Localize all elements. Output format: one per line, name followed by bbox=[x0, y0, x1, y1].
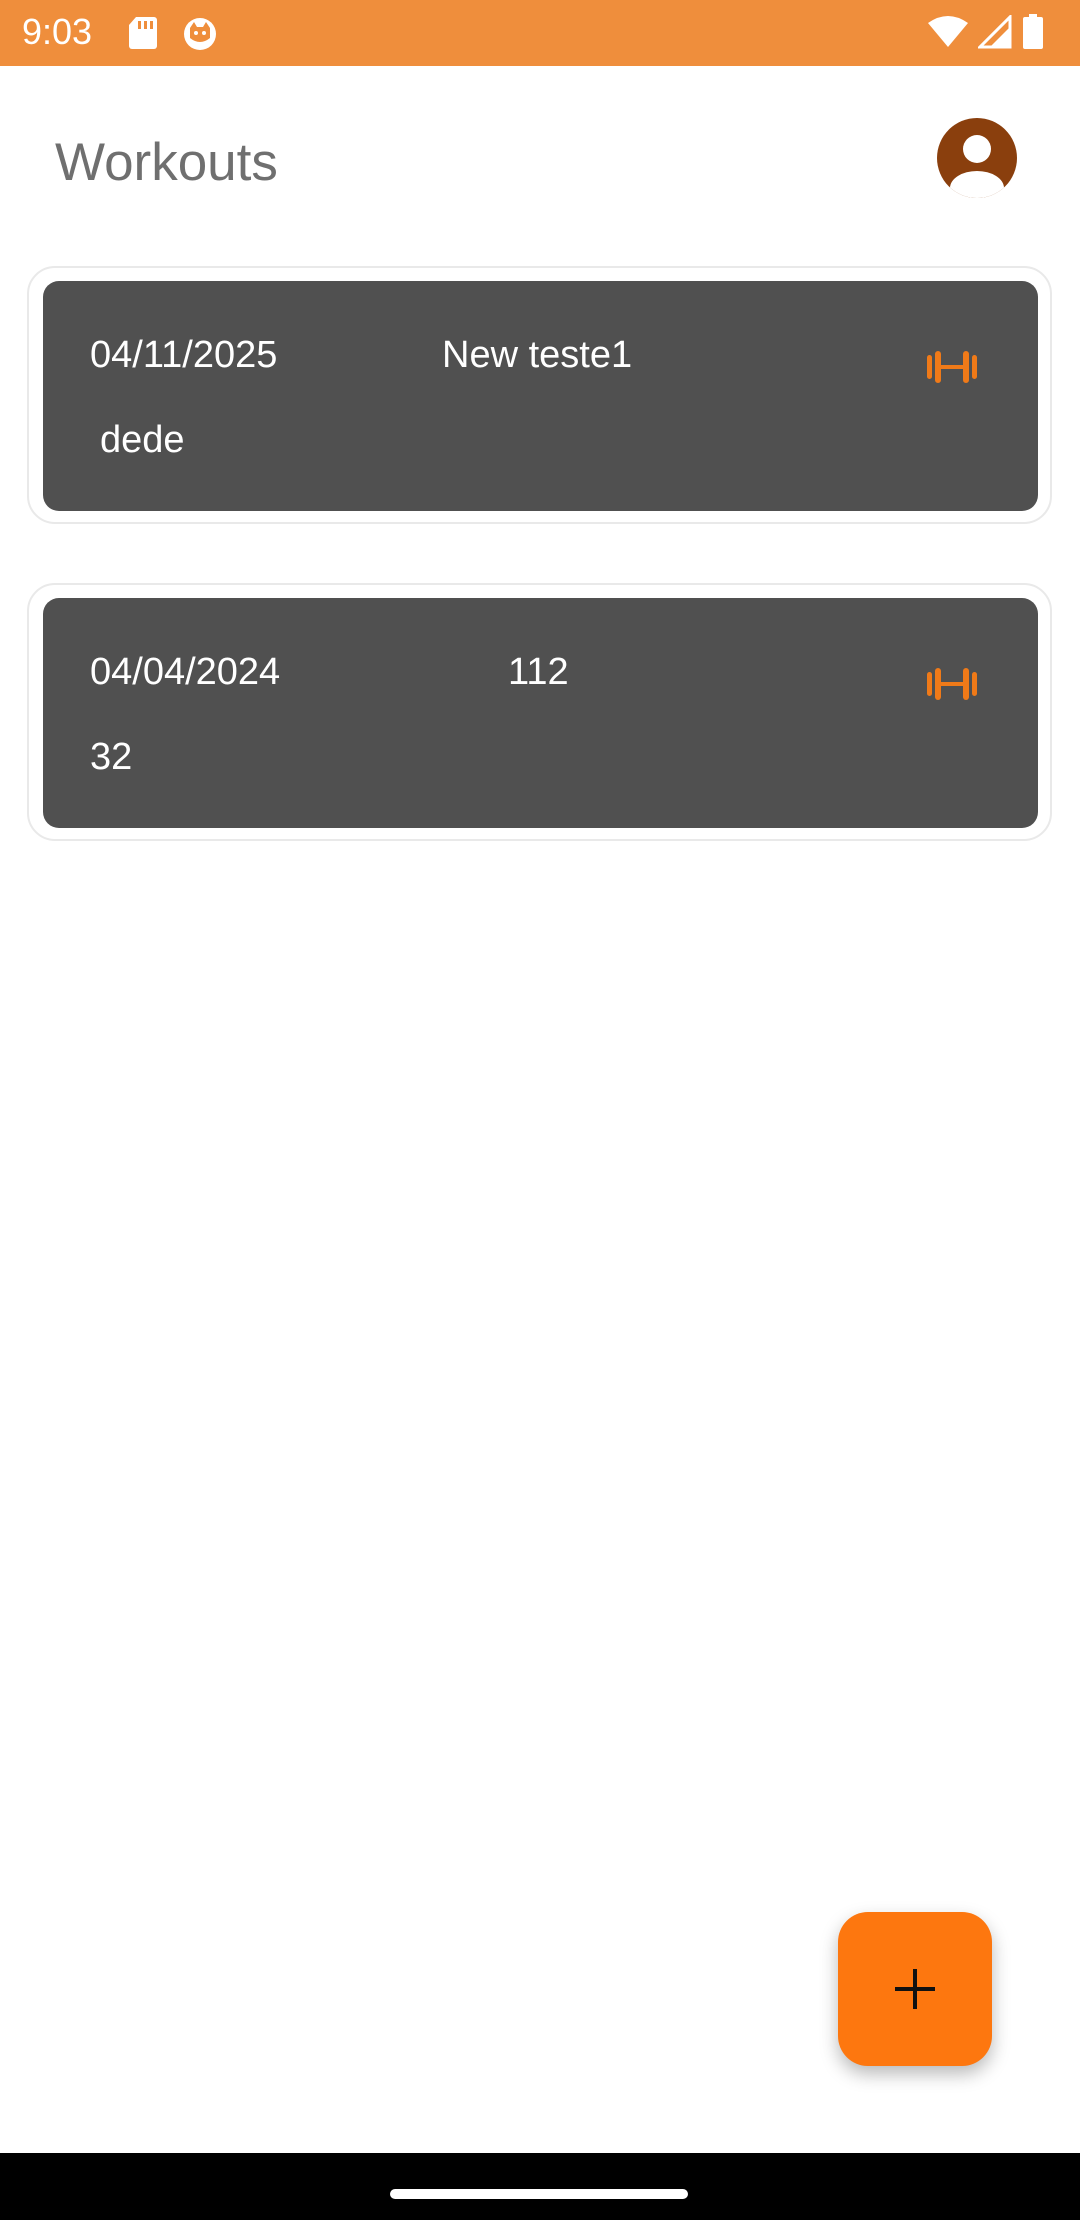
dumbbell-icon bbox=[926, 349, 978, 385]
home-gesture-handle[interactable] bbox=[390, 2189, 688, 2199]
workout-card-body[interactable]: 04/11/2025 New teste1 dede bbox=[43, 281, 1038, 511]
status-system-icons bbox=[928, 13, 1044, 55]
workout-name: New teste1 bbox=[442, 334, 633, 376]
status-notification-icons bbox=[128, 16, 218, 57]
page-title: Workouts bbox=[55, 133, 278, 192]
app-header: Workouts bbox=[0, 66, 1080, 256]
wifi-icon bbox=[928, 15, 968, 54]
dumbbell-icon bbox=[926, 666, 978, 702]
status-bar: 9:03 bbox=[0, 0, 1080, 66]
battery-icon bbox=[1022, 14, 1044, 55]
profile-button[interactable] bbox=[937, 118, 1017, 198]
workout-name: 112 bbox=[508, 651, 569, 693]
cat-face-icon bbox=[182, 16, 218, 57]
signal-icon bbox=[976, 13, 1012, 54]
add-workout-button[interactable] bbox=[838, 1912, 992, 2066]
workout-date: 04/04/2024 bbox=[90, 651, 281, 693]
account-circle-icon bbox=[937, 118, 1017, 198]
workout-date: 04/11/2025 bbox=[90, 334, 278, 376]
workout-description: 32 bbox=[90, 736, 133, 778]
status-time: 9:03 bbox=[22, 11, 93, 52]
sd-card-icon bbox=[128, 16, 158, 57]
workout-card[interactable]: 04/11/2025 New teste1 dede bbox=[27, 266, 1052, 524]
workout-description: dede bbox=[100, 419, 185, 461]
workout-card-body[interactable]: 04/04/2024 112 32 bbox=[43, 598, 1038, 828]
system-navigation-bar bbox=[0, 2153, 1080, 2220]
workout-card[interactable]: 04/04/2024 112 32 bbox=[27, 583, 1052, 841]
plus-icon bbox=[895, 1969, 935, 2009]
